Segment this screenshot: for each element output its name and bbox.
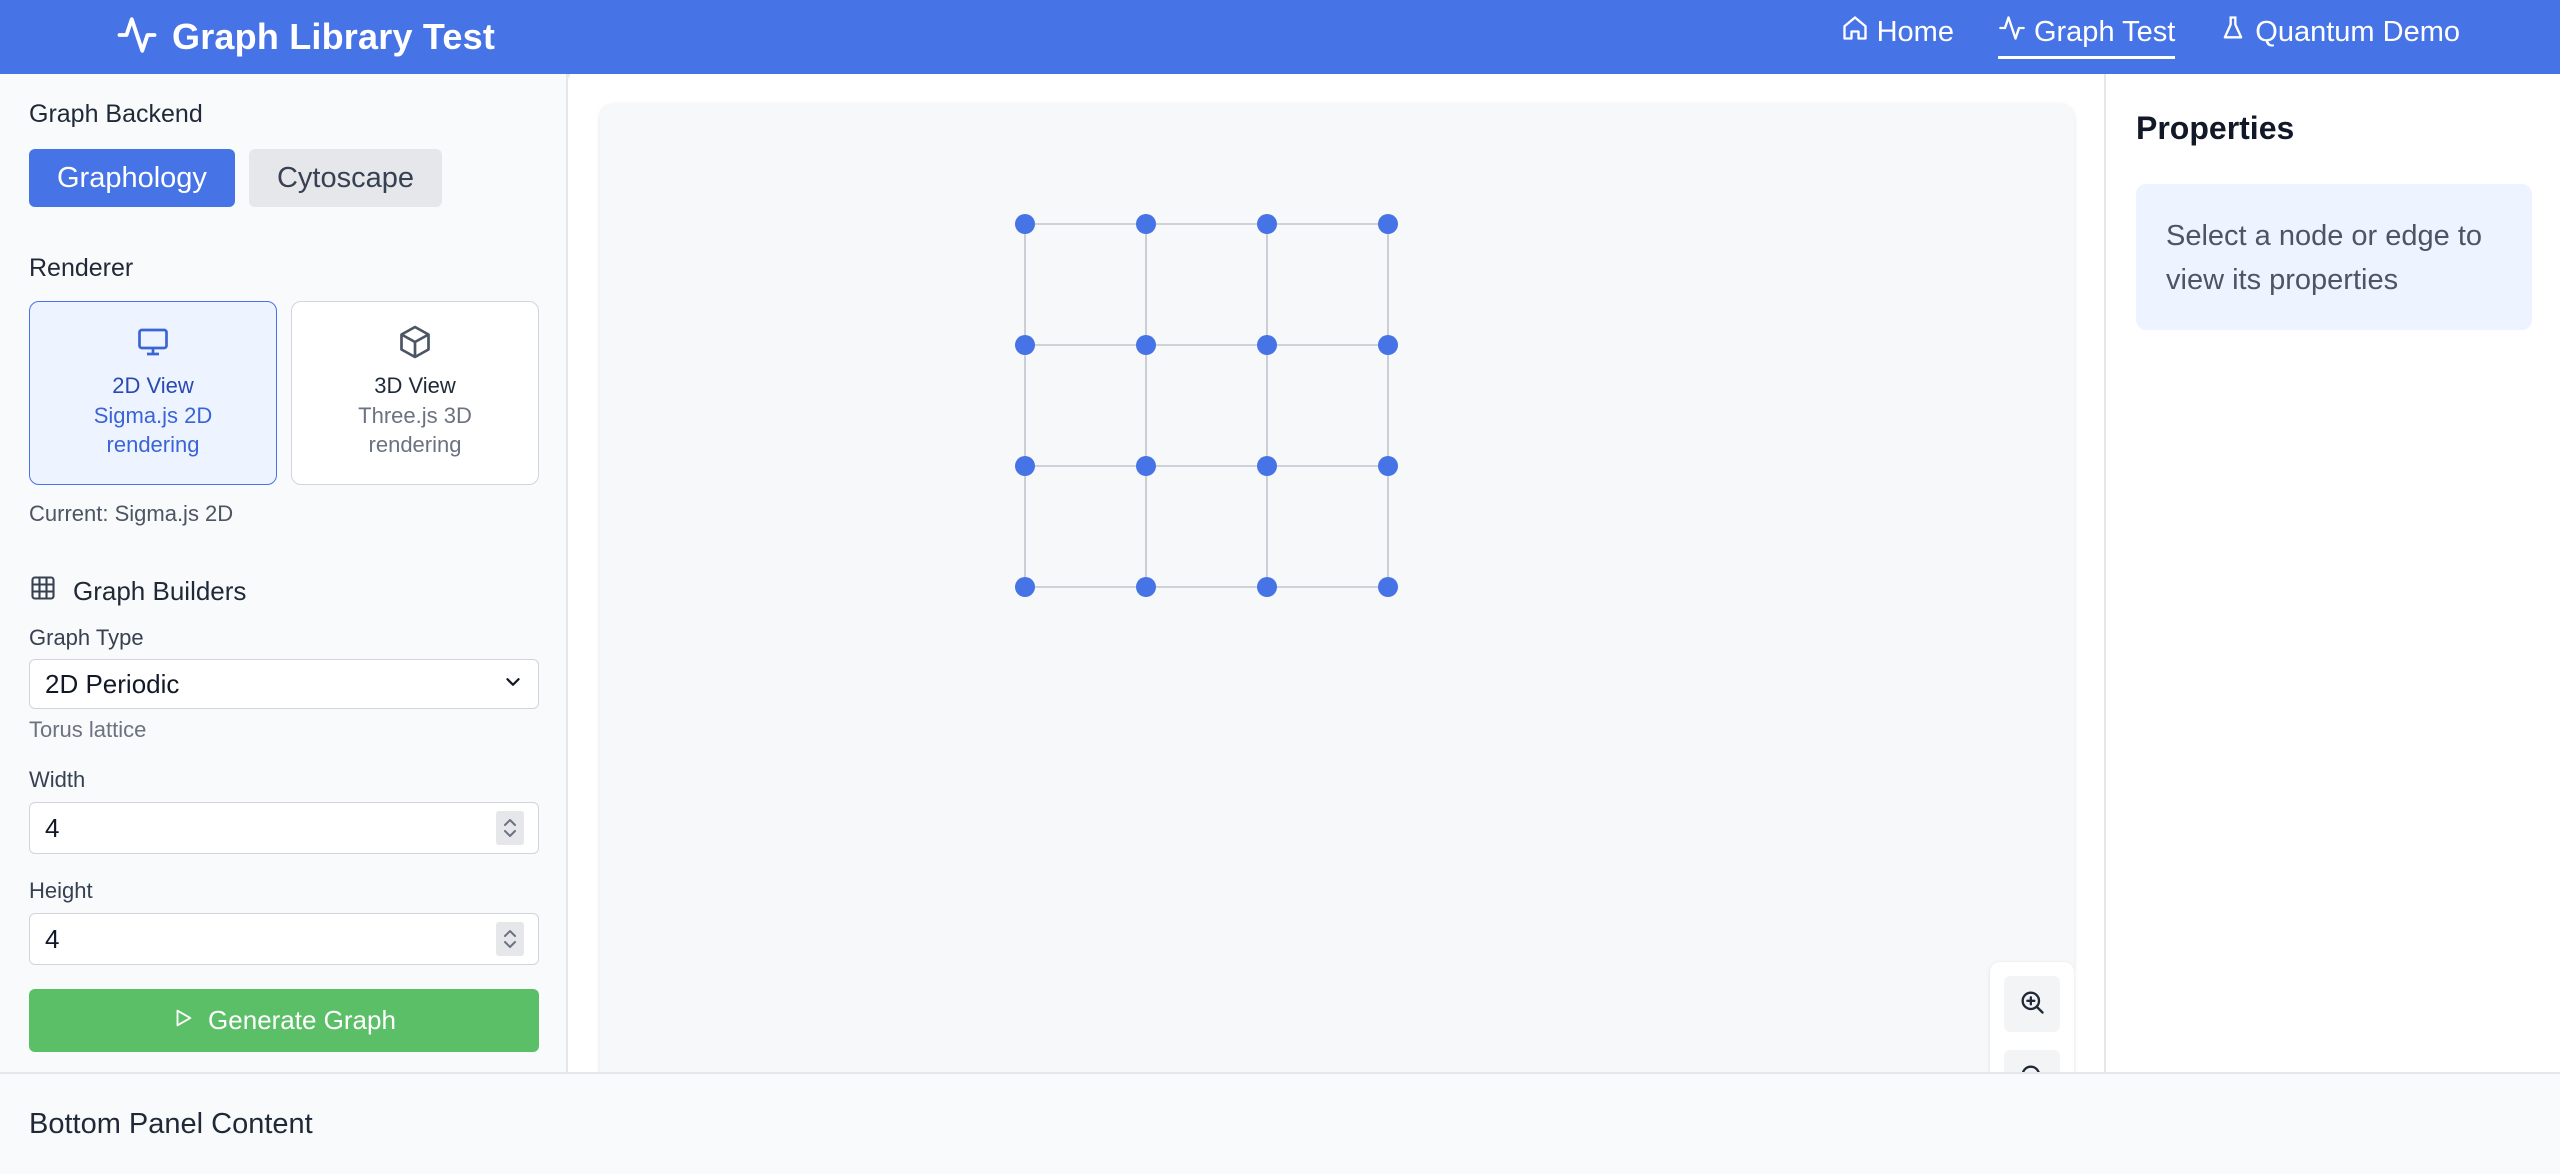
graph-type-value: 2D Periodic [45, 668, 180, 699]
graph-node[interactable] [1136, 577, 1156, 597]
renderer-2d-title: 2D View [112, 373, 194, 398]
flask-icon [2219, 14, 2247, 50]
renderer-3d-desc: Three.js 3D rendering [358, 403, 472, 457]
graph-backend-label: Graph Backend [29, 100, 203, 128]
activity-icon [1998, 14, 2026, 50]
height-value: 4 [45, 923, 60, 954]
cube-icon [397, 324, 433, 365]
graph-node[interactable] [1015, 335, 1035, 355]
bottom-panel: Bottom Panel Content [0, 1072, 2560, 1174]
chevron-down-icon [502, 669, 524, 700]
renderer-options: 2D View Sigma.js 2D rendering 3D View Th… [29, 301, 539, 485]
graph-node[interactable] [1136, 456, 1156, 476]
backend-toggle: Graphology Cytoscape [29, 149, 442, 207]
renderer-2d-card[interactable]: 2D View Sigma.js 2D rendering [29, 301, 277, 485]
graph-node[interactable] [1015, 456, 1035, 476]
nav-home-label: Home [1876, 15, 1954, 48]
renderer-3d-title: 3D View [374, 373, 456, 398]
nav-graph-test-label: Graph Test [2033, 15, 2176, 48]
activity-icon [116, 14, 158, 61]
graph-type-hint: Torus lattice [29, 717, 147, 742]
graph-main [570, 74, 2104, 1104]
renderer-2d-desc: Sigma.js 2D rendering [93, 403, 213, 457]
width-label: Width [29, 767, 86, 792]
graph-node[interactable] [1136, 214, 1156, 234]
graph-type-select[interactable]: 2D Periodic [29, 659, 539, 709]
nav-quantum-demo-label: Quantum Demo [2255, 15, 2460, 48]
height-stepper[interactable] [496, 922, 524, 956]
properties-panel: Properties Select a node or edge to view… [2104, 74, 2560, 1072]
graph-node[interactable] [1378, 335, 1398, 355]
width-input[interactable]: 4 [29, 802, 539, 854]
app-title: Graph Library Test [172, 16, 496, 57]
current-renderer: Current: Sigma.js 2D [29, 501, 234, 526]
zoom-in-icon [2018, 988, 2046, 1021]
width-stepper[interactable] [496, 811, 524, 845]
graph-node[interactable] [1257, 214, 1277, 234]
graph-svg[interactable] [600, 104, 2074, 1104]
properties-empty-message: Select a node or edge to view its proper… [2136, 184, 2532, 330]
home-icon [1841, 14, 1869, 50]
graph-builders-heading: Graph Builders [29, 574, 246, 609]
graph-node[interactable] [1257, 335, 1277, 355]
bottom-panel-text: Bottom Panel Content [29, 1108, 313, 1140]
nav-home[interactable]: Home [1841, 14, 1954, 59]
graph-node[interactable] [1136, 335, 1156, 355]
graphology-button[interactable]: Graphology [29, 149, 235, 207]
graph-node[interactable] [1257, 577, 1277, 597]
graph-node[interactable] [1378, 214, 1398, 234]
properties-title: Properties [2136, 110, 2295, 146]
height-input[interactable]: 4 [29, 913, 539, 965]
height-label: Height [29, 878, 93, 903]
graph-builders-label: Graph Builders [73, 576, 247, 606]
graph-type-label: Graph Type [29, 625, 144, 650]
graph-canvas[interactable] [600, 104, 2074, 1104]
renderer-3d-card[interactable]: 3D View Three.js 3D rendering [291, 301, 539, 485]
generate-graph-label: Generate Graph [208, 1005, 396, 1035]
graph-node[interactable] [1015, 214, 1035, 234]
left-sidebar: Graph Backend Graphology Cytoscape Rende… [0, 74, 568, 1072]
brand: Graph Library Test [116, 12, 495, 62]
width-value: 4 [45, 812, 60, 843]
nav-quantum-demo[interactable]: Quantum Demo [2219, 14, 2460, 59]
graph-node[interactable] [1378, 456, 1398, 476]
cytoscape-button[interactable]: Cytoscape [248, 149, 442, 207]
renderer-label: Renderer [29, 254, 134, 282]
monitor-icon [135, 324, 171, 365]
top-nav: Home Graph Test Quantum Demo [1841, 14, 2460, 59]
app-header: Graph Library Test Home Graph Test Quant… [0, 0, 2560, 74]
zoom-in-button[interactable] [2004, 976, 2060, 1032]
play-icon [172, 1005, 194, 1036]
graph-node[interactable] [1378, 577, 1398, 597]
grid-icon [29, 574, 57, 609]
graph-node[interactable] [1015, 577, 1035, 597]
graph-node[interactable] [1257, 456, 1277, 476]
generate-graph-button[interactable]: Generate Graph [29, 989, 539, 1052]
nav-graph-test[interactable]: Graph Test [1997, 14, 2176, 59]
